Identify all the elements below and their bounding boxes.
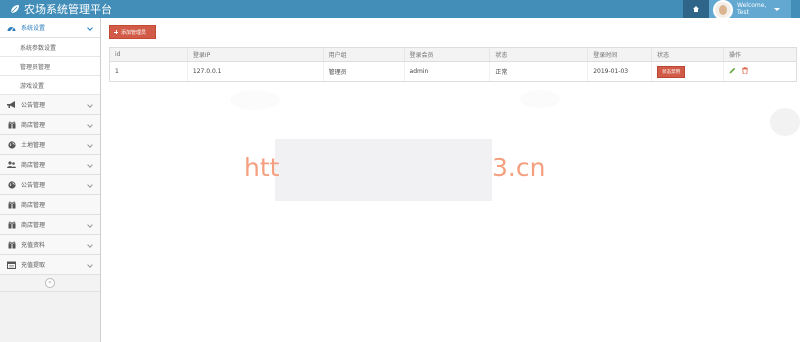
col-header-member[interactable]: 登录会员 bbox=[403, 47, 490, 62]
col-header-time[interactable]: 登录时间 bbox=[587, 47, 652, 62]
gift-icon bbox=[7, 220, 16, 229]
gift-icon bbox=[7, 120, 16, 129]
sidebar-item-label: 公告管理 bbox=[21, 182, 46, 189]
sidebar-item-announcements-2[interactable]: 公告管理 bbox=[0, 175, 100, 195]
sidebar-item-label: 充值资料 bbox=[21, 242, 46, 249]
col-header-status[interactable]: 状态 bbox=[489, 47, 588, 62]
sidebar-item-label: 商店管理 bbox=[21, 122, 46, 129]
sidebar-collapse-bar: « bbox=[0, 275, 100, 292]
chevron-down-icon bbox=[87, 122, 93, 128]
sidebar-item-label: 系统设置 bbox=[21, 25, 46, 32]
sidebar-item-recharge-withdraw[interactable]: 充值提取 bbox=[0, 255, 100, 275]
cell-time: 2019-01-03 bbox=[587, 61, 652, 82]
dashboard-icon bbox=[7, 23, 16, 32]
collapse-sidebar-button[interactable]: « bbox=[45, 278, 55, 288]
cell-status-action: 状态禁用 bbox=[651, 61, 724, 82]
col-header-actions: 操作 bbox=[723, 47, 797, 62]
globe-icon bbox=[7, 180, 16, 189]
sidebar-item-land[interactable]: 土地管理 bbox=[0, 135, 100, 155]
sidebar-item-system-settings[interactable]: 系统设置 bbox=[0, 18, 100, 38]
sidebar-item-shop-1[interactable]: 商店管理 bbox=[0, 115, 100, 135]
welcome-text: Welcome, bbox=[737, 2, 767, 9]
sidebar-item-shop-3[interactable]: 商店管理 bbox=[0, 195, 100, 215]
add-admin-button[interactable]: 添加管理员 bbox=[109, 25, 156, 39]
table-row: 1 127.0.0.1 管理员 admin 正常 2019-01-03 状态禁用 bbox=[109, 61, 797, 82]
sidebar-item-recharge-info[interactable]: 充值资料 bbox=[0, 235, 100, 255]
sidebar-item-shop-4[interactable]: 商店管理 bbox=[0, 215, 100, 235]
chevron-down-icon bbox=[87, 222, 93, 228]
users-icon bbox=[7, 160, 16, 169]
cell-group: 管理员 bbox=[322, 61, 405, 82]
col-header-id[interactable]: id bbox=[109, 47, 188, 62]
add-admin-label: 添加管理员 bbox=[121, 29, 147, 36]
chevron-down-icon bbox=[87, 242, 93, 248]
watermark-text-left: htt bbox=[244, 152, 280, 182]
sidebar-subitem-game[interactable]: 游戏设置 bbox=[0, 76, 100, 95]
sidebar: 系统设置 系统参数设置 管理员管理 游戏设置 公告管理 商店管理 土地管理 商店… bbox=[0, 18, 101, 342]
edit-icon[interactable] bbox=[729, 67, 736, 76]
sidebar-item-label: 商店管理 bbox=[21, 222, 46, 229]
background-blob bbox=[520, 90, 560, 108]
chevron-down-icon bbox=[87, 25, 93, 31]
table-header-row: id 登录IP 用户组 登录会员 状态 登录时间 状态 操作 bbox=[109, 47, 797, 62]
cell-ip: 127.0.0.1 bbox=[186, 61, 324, 82]
username-text: Test bbox=[737, 9, 749, 16]
home-button[interactable] bbox=[683, 0, 709, 18]
sidebar-item-label: 充值提取 bbox=[21, 262, 46, 269]
disable-status-button[interactable]: 状态禁用 bbox=[657, 65, 686, 78]
col-header-ip[interactable]: 登录IP bbox=[186, 47, 324, 62]
sidebar-item-shop-2[interactable]: 商店管理 bbox=[0, 155, 100, 175]
sidebar-item-label: 土地管理 bbox=[21, 142, 46, 149]
caret-down-icon bbox=[774, 7, 781, 11]
bullhorn-icon bbox=[7, 100, 16, 109]
leaf-icon bbox=[10, 5, 19, 14]
app-title: 农场系统管理平台 bbox=[24, 3, 112, 16]
top-navbar: 农场系统管理平台 Welcome, Test bbox=[0, 0, 800, 20]
cell-status: 正常 bbox=[489, 61, 588, 82]
cell-member: admin bbox=[403, 61, 490, 82]
sidebar-subitem-params[interactable]: 系统参数设置 bbox=[0, 38, 100, 57]
chevron-down-icon bbox=[87, 102, 93, 108]
home-icon bbox=[693, 6, 699, 12]
chevron-down-icon bbox=[87, 162, 93, 168]
col-header-group[interactable]: 用户组 bbox=[322, 47, 405, 62]
col-header-status-2[interactable]: 状态 bbox=[651, 47, 724, 62]
chevron-down-icon bbox=[87, 262, 93, 268]
sidebar-item-announcements[interactable]: 公告管理 bbox=[0, 95, 100, 115]
plus-icon bbox=[114, 30, 118, 34]
admin-login-table: id 登录IP 用户组 登录会员 状态 登录时间 状态 操作 1 127.0.0… bbox=[109, 47, 797, 82]
background-blob bbox=[770, 108, 800, 136]
trash-icon[interactable] bbox=[742, 67, 748, 76]
cell-actions bbox=[723, 61, 797, 82]
chevron-down-icon bbox=[87, 182, 93, 188]
gift-icon bbox=[7, 240, 16, 249]
user-menu-button[interactable]: Welcome, Test bbox=[709, 0, 791, 20]
sidebar-subitem-admins[interactable]: 管理员管理 bbox=[0, 57, 100, 76]
watermark-text-right: 3.cn bbox=[492, 152, 546, 182]
watermark-block bbox=[275, 139, 492, 201]
brand[interactable]: 农场系统管理平台 bbox=[10, 0, 112, 18]
background-blob bbox=[230, 90, 280, 110]
avatar bbox=[713, 0, 733, 20]
chevron-down-icon bbox=[87, 142, 93, 148]
gift-icon bbox=[7, 200, 16, 209]
calendar-icon bbox=[7, 260, 16, 269]
cell-id: 1 bbox=[109, 61, 188, 82]
sidebar-item-label: 公告管理 bbox=[21, 102, 46, 109]
sidebar-item-label: 商店管理 bbox=[21, 202, 46, 209]
globe-icon bbox=[7, 140, 16, 149]
sidebar-item-label: 商店管理 bbox=[21, 162, 46, 169]
